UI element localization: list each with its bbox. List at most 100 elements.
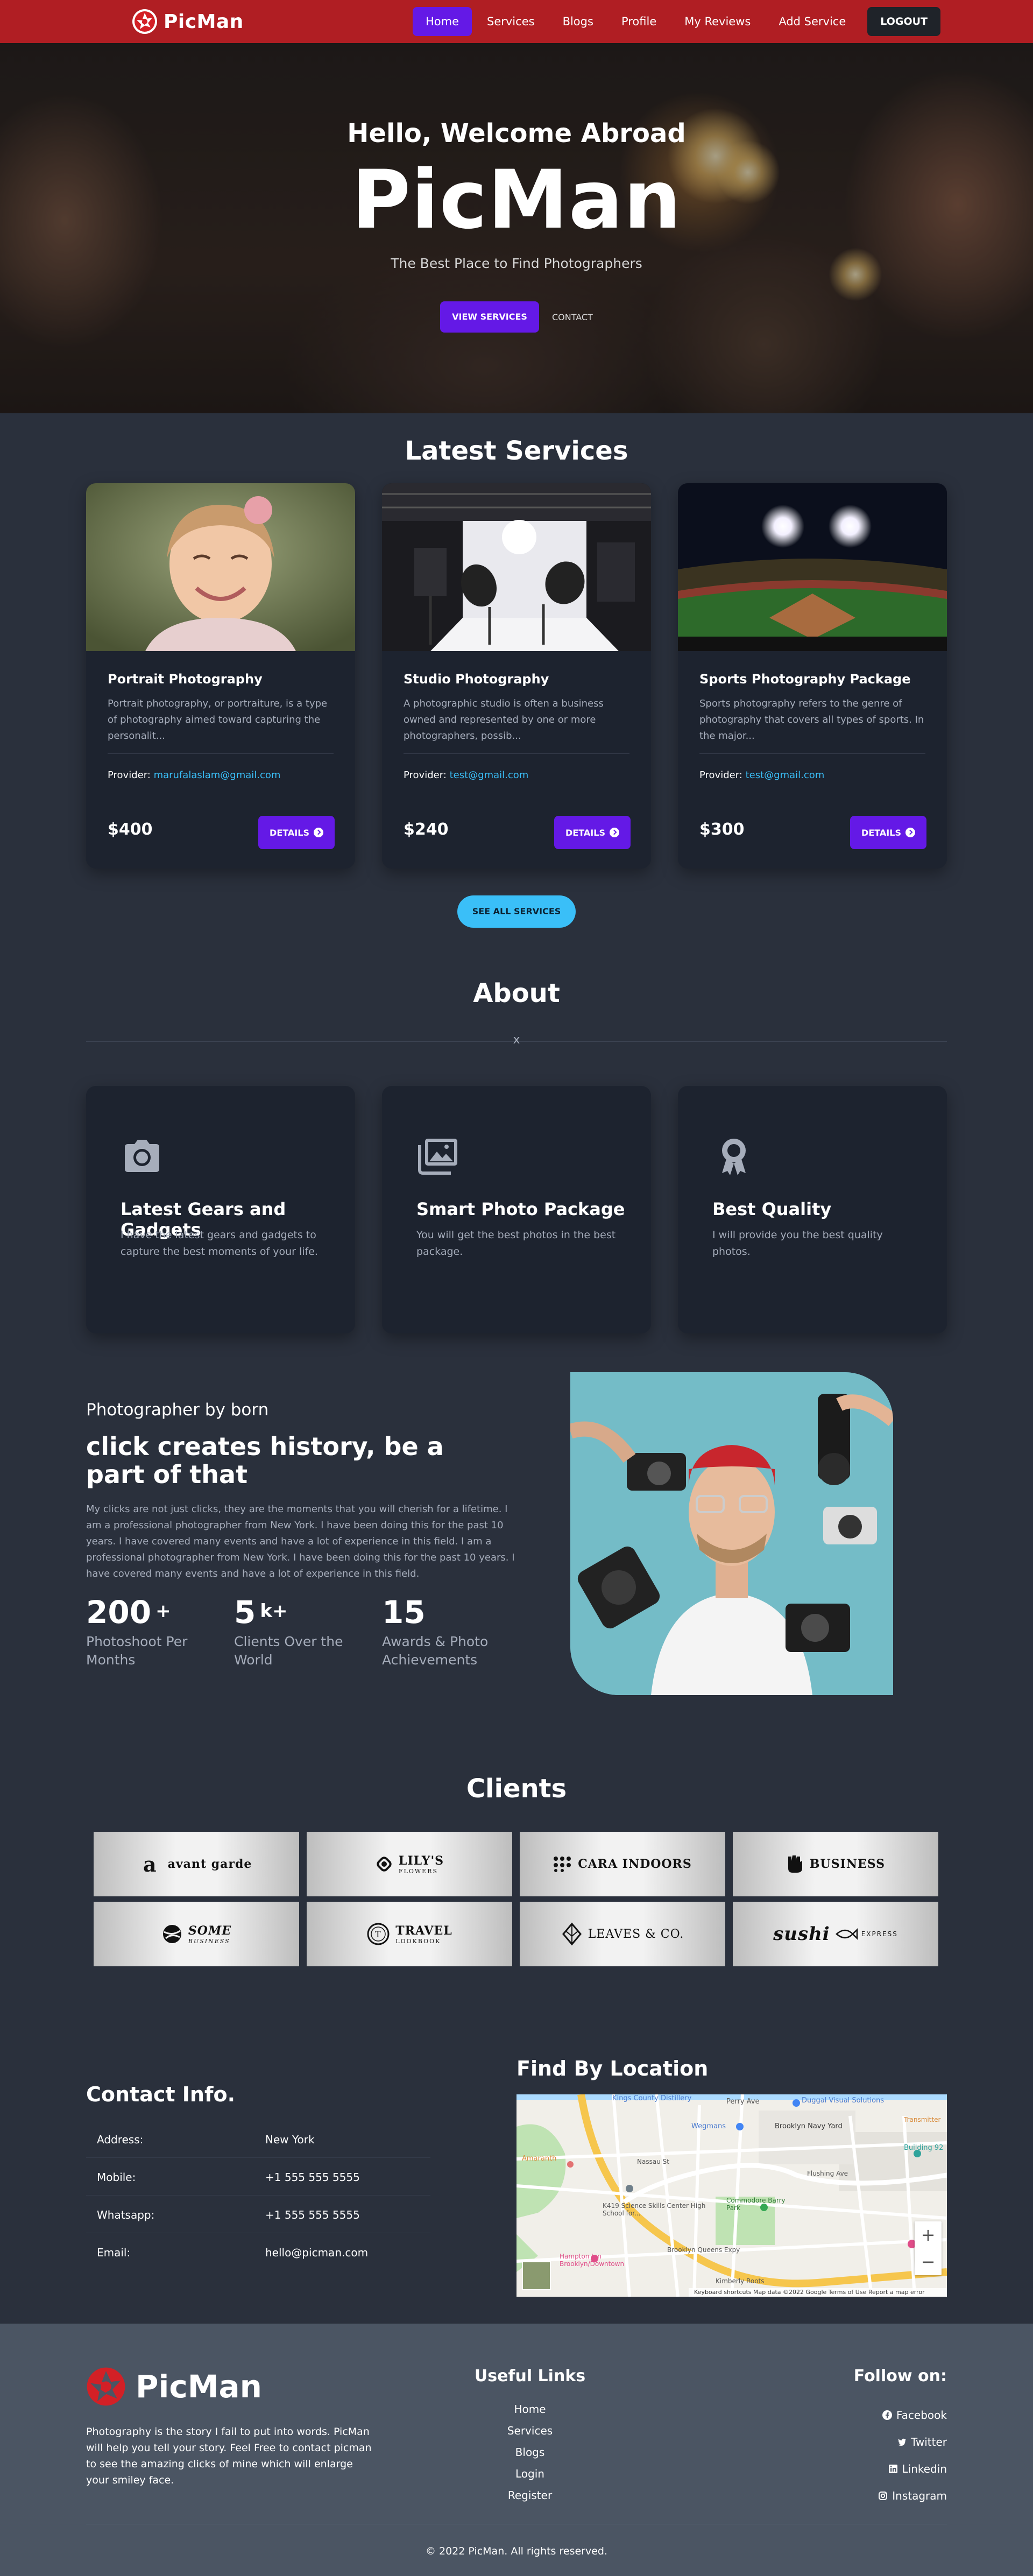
map-label: Brooklyn Queens Expy xyxy=(667,2246,740,2254)
divider xyxy=(404,753,629,754)
service-provider: Provider: test@gmail.com xyxy=(699,770,824,781)
provider-label: Provider: xyxy=(699,770,742,781)
nav-my-reviews[interactable]: My Reviews xyxy=(671,7,763,36)
client-name: CARA INDOORS xyxy=(578,1857,692,1871)
client-name: TRAVEL LOOKBOOK xyxy=(395,1924,452,1945)
contact-title: Contact Info. xyxy=(86,2083,236,2106)
follow-title: Follow on: xyxy=(853,2367,947,2386)
contact-key: Address: xyxy=(97,2133,144,2146)
map-label: Perry Ave xyxy=(726,2098,760,2106)
details-button[interactable]: DETAILS xyxy=(850,816,926,849)
avant-garde-mark-icon: a xyxy=(143,1853,157,1875)
view-services-button[interactable]: VIEW SERVICES xyxy=(440,301,539,333)
about-card-desc: You will get the best photos in the best… xyxy=(416,1229,616,1258)
flower-icon xyxy=(377,1857,392,1872)
stat-photoshoots: 200 + Photoshoot Per Months xyxy=(86,1594,215,1669)
nav-add-service[interactable]: Add Service xyxy=(766,7,859,36)
client-name-main: LILY'S xyxy=(398,1853,444,1868)
social-linkedin-link[interactable]: Linkedin xyxy=(854,2455,947,2482)
clients-title: Clients xyxy=(466,1774,567,1804)
details-button[interactable]: DETAILS xyxy=(554,816,631,849)
provider-email-link[interactable]: test@gmail.com xyxy=(746,770,825,781)
copyright: © 2022 PicMan. All rights reserved. xyxy=(425,2545,608,2557)
footer-link-home[interactable]: Home xyxy=(430,2398,629,2420)
contact-row: Whatsapp: +1 555 555 5555 xyxy=(86,2196,430,2233)
see-all-services-button[interactable]: SEE ALL SERVICES xyxy=(457,895,576,928)
google-map[interactable]: Kings County Distillery Perry Ave Duggal… xyxy=(516,2094,947,2297)
contact-row: Address: New York xyxy=(86,2120,430,2158)
social-twitter-link[interactable]: Twitter xyxy=(854,2429,947,2455)
footer-link-login[interactable]: Login xyxy=(430,2463,629,2485)
social-instagram-link[interactable]: Instagram xyxy=(854,2482,947,2509)
map-label: Hampton Inn Brooklyn/Downtown xyxy=(560,2253,625,2268)
contact-value: hello@picman.com xyxy=(265,2246,369,2259)
client-logo: LEAVES & CO. xyxy=(520,1902,725,1966)
map-label: Commodore Barry Park xyxy=(726,2197,786,2212)
service-description: Portrait photography, or portraiture, is… xyxy=(108,698,328,742)
client-logo: BUSINESS xyxy=(733,1832,938,1896)
footer-link-register[interactable]: Register xyxy=(430,2485,629,2506)
client-logo: LILY'S FLOWERS xyxy=(307,1832,512,1896)
award-icon xyxy=(722,1139,746,1175)
footer-link-blogs[interactable]: Blogs xyxy=(430,2441,629,2463)
stat-suffix: + xyxy=(155,1600,171,1622)
map-label: Amaranth xyxy=(522,2155,557,2163)
footer-link-services[interactable]: Services xyxy=(430,2420,629,2441)
nav-profile[interactable]: Profile xyxy=(609,7,669,36)
client-name: sushi xyxy=(773,1923,830,1945)
service-title: Studio Photography xyxy=(404,672,549,687)
client-name-sub: BUSINESS xyxy=(188,1937,230,1945)
stat-label: Photoshoot Per Months xyxy=(86,1634,188,1668)
provider-label: Provider: xyxy=(404,770,447,781)
portrait-photo-image xyxy=(86,483,355,651)
client-logo: CARA INDOORS xyxy=(520,1832,725,1896)
client-logo: a avant garde xyxy=(94,1832,299,1896)
footer-brand-link[interactable]: PicMan xyxy=(86,2367,262,2406)
hero-subtitle: The Best Place to Find Photographers xyxy=(391,256,642,271)
stat-label: Awards & Photo Achievements xyxy=(382,1634,489,1668)
photographer-kicker: Photographer by born xyxy=(86,1400,269,1420)
map-label: Nassau St xyxy=(637,2158,669,2165)
map-attribution: Keyboard shortcuts Map data ©2022 Google… xyxy=(689,2288,947,2297)
hero-buttons: VIEW SERVICES CONTACT xyxy=(0,301,1033,333)
photographer-heading: click creates history, be a part of that xyxy=(86,1432,444,1489)
arrow-right-circle-icon xyxy=(609,828,619,837)
details-label: DETAILS xyxy=(565,827,605,838)
client-name-sub: EXPRESS xyxy=(861,1930,898,1938)
leaf-icon xyxy=(562,1922,582,1946)
aperture-logo-icon xyxy=(87,2367,125,2406)
brand-link[interactable]: PicMan xyxy=(132,9,244,34)
service-price: $300 xyxy=(699,820,745,839)
client-logo: sushi EXPRESS xyxy=(733,1902,938,1966)
nav-services[interactable]: Services xyxy=(474,7,548,36)
map-label: Kings County Distillery xyxy=(612,2094,692,2102)
nav-home[interactable]: Home xyxy=(412,7,472,36)
zoom-out-button[interactable]: − xyxy=(915,2248,942,2275)
nav-blogs[interactable]: Blogs xyxy=(550,7,606,36)
client-logo: SOME BUSINESS xyxy=(94,1902,299,1966)
details-button[interactable]: DETAILS xyxy=(258,816,335,849)
service-provider: Provider: marufalaslam@gmail.com xyxy=(108,770,280,781)
about-card-title: Best Quality xyxy=(712,1199,832,1219)
zoom-in-button[interactable]: + xyxy=(915,2221,942,2248)
contact-button[interactable]: CONTACT xyxy=(552,312,593,322)
service-card: Sports Photography Package Sports photog… xyxy=(678,483,947,869)
follow-on: Follow on: Facebook Twitter Linkedin Ins… xyxy=(854,2367,947,2509)
map-satellite-toggle[interactable] xyxy=(522,2261,551,2290)
social-facebook-link[interactable]: Facebook xyxy=(854,2402,947,2429)
service-card: Portrait Photography Portrait photograph… xyxy=(86,483,355,869)
stat-label: Clients Over the World xyxy=(234,1634,343,1668)
map-label: Flushing Ave xyxy=(807,2170,848,2177)
provider-email-link[interactable]: test@gmail.com xyxy=(450,770,529,781)
hero-title: PicMan xyxy=(351,153,682,247)
studio-photo-image xyxy=(382,483,651,651)
map-label: K419 Science Skills Center High School f… xyxy=(603,2202,706,2217)
photographer-photo xyxy=(570,1372,893,1695)
provider-email-link[interactable]: marufalaslam@gmail.com xyxy=(154,770,281,781)
logout-button[interactable]: LOGOUT xyxy=(867,7,940,36)
stat-clients: 5 k+ Clients Over the World xyxy=(234,1594,363,1669)
arrow-right-circle-icon xyxy=(905,828,915,837)
about-card-desc: I have the latest gears and gadgets to c… xyxy=(121,1229,318,1258)
contact-value: +1 555 555 5555 xyxy=(265,2208,360,2221)
service-title: Portrait Photography xyxy=(108,672,263,687)
